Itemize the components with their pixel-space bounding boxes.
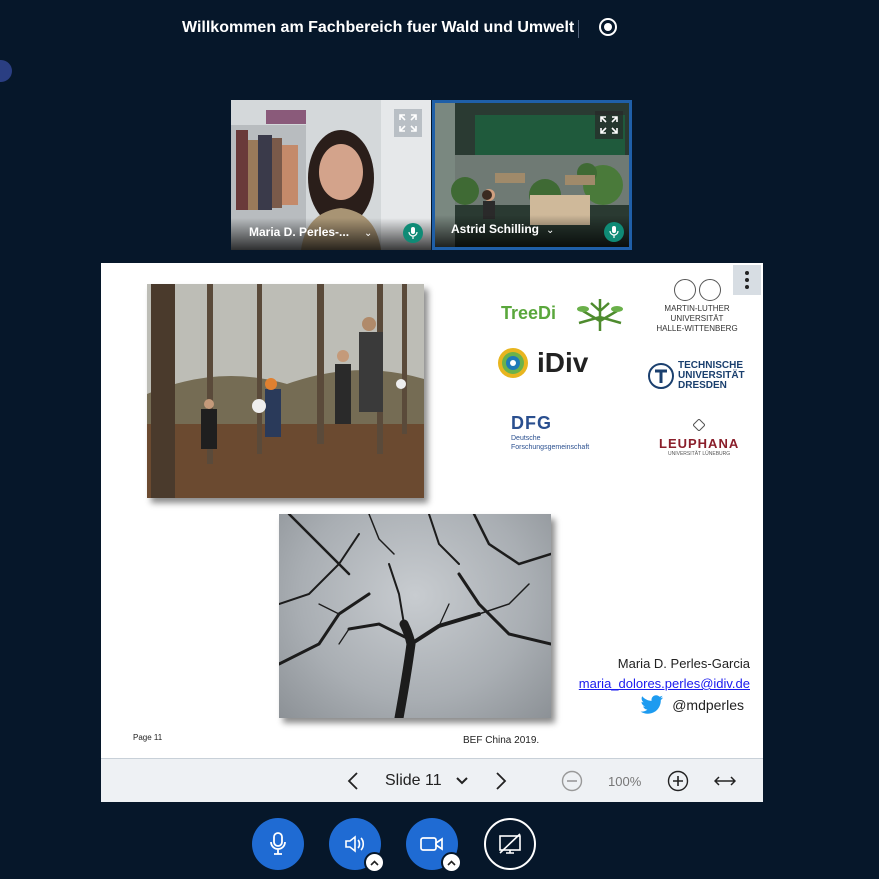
participant-name: Astrid Schilling (451, 222, 540, 236)
page-number: Page 11 (133, 733, 163, 742)
mlu-line: HALLE-WITTENBERG (656, 324, 738, 333)
meeting-title: Willkommen am Fachbereich fuer Wald und … (182, 19, 575, 36)
chevron-down-icon[interactable]: ⌄ (546, 225, 554, 236)
mlu-line: UNIVERSITÄT (670, 314, 724, 323)
expand-icon[interactable] (394, 109, 422, 137)
name-bar: Maria D. Perles-... ⌄ (231, 218, 431, 250)
camera-icon (420, 837, 443, 851)
dfg-logo: DFG Deutsche Forschungsgemeinschaft (511, 413, 589, 452)
speaker-icon (345, 835, 365, 853)
mlu-logo: MARTIN-LUTHER UNIVERSITÄT HALLE-WITTENBE… (653, 279, 741, 334)
forest-team-photo (147, 284, 424, 498)
leuphana-emblem (692, 418, 706, 432)
chevron-down-icon (455, 777, 468, 785)
mic-icon (403, 223, 423, 243)
slide-selector[interactable]: Slide 11 (385, 759, 468, 803)
canopy-photo (279, 514, 551, 718)
chevron-right-icon[interactable] (495, 759, 507, 803)
participant-name: Maria D. Perles-... (249, 225, 350, 239)
slide-label: Slide 11 (385, 772, 442, 789)
dfg-subtitle: Deutsche (511, 435, 541, 442)
tud-line: DRESDEN (678, 380, 727, 391)
leuphana-text: LEUPHANA (659, 436, 740, 451)
camera-button[interactable] (406, 818, 462, 873)
leuphana-subtitle: UNIVERSITÄT LÜNEBURG (668, 451, 731, 457)
camera-options-toggle[interactable] (441, 852, 462, 873)
share-screen-button[interactable] (484, 818, 536, 870)
mic-button[interactable] (252, 818, 304, 870)
name-bar: Astrid Schilling ⌄ (435, 215, 629, 247)
idiv-emblem (498, 348, 528, 378)
presentation-slide: TreeDi iDiv MARTIN-LUTHER UNIVERSITÄT HA… (101, 263, 763, 758)
twitter-icon (640, 695, 664, 714)
mic-icon (604, 222, 624, 242)
record-icon[interactable] (599, 18, 617, 36)
zoom-level: 100% (608, 773, 642, 789)
slide-footer: BEF China 2019. (463, 735, 540, 746)
video-tile-maria[interactable]: Maria D. Perles-... ⌄ (231, 100, 431, 250)
dfg-subtitle: Forschungsgemeinschaft (511, 444, 590, 451)
audio-options-toggle[interactable] (364, 852, 385, 873)
top-bar: Willkommen am Fachbereich fuer Wald und … (0, 0, 879, 58)
chevron-left-icon[interactable] (347, 759, 359, 803)
media-controls (0, 818, 879, 873)
presentation-toolbar: Slide 11 100% (101, 758, 763, 802)
twitter-text: @mdperles (672, 697, 744, 713)
mlu-line: MARTIN-LUTHER (664, 304, 730, 313)
tud-logo: TECHNISCHE UNIVERSITÄT DRESDEN (648, 361, 745, 391)
dfg-text: DFG (511, 413, 552, 433)
treedi-emblem (577, 299, 624, 331)
author-email-link[interactable]: maria_dolores.perles@idiv.de (579, 676, 750, 691)
mic-icon (270, 832, 286, 855)
author-name: Maria D. Perles-Garcia (617, 656, 750, 671)
chevron-up-icon (447, 859, 456, 866)
share-screen-icon (499, 833, 521, 854)
leuphana-logo: LEUPHANA UNIVERSITÄT LÜNEBURG (659, 418, 739, 457)
treedi-text: TreeDi (501, 302, 557, 323)
idiv-text: iDiv (537, 347, 589, 378)
zoom-in-icon[interactable] (667, 759, 689, 803)
user-list-toggle[interactable] (0, 60, 12, 82)
video-tile-astrid[interactable]: Astrid Schilling ⌄ (432, 100, 632, 250)
chevron-down-icon[interactable]: ⌄ (364, 228, 372, 239)
mlu-seal-icon (653, 279, 741, 301)
idiv-logo: iDiv (497, 347, 588, 379)
fit-width-icon[interactable] (714, 759, 736, 803)
chevron-up-icon (370, 859, 379, 866)
title-separator (578, 20, 579, 38)
expand-icon[interactable] (595, 111, 623, 139)
twitter-handle: @mdperles (640, 695, 744, 715)
zoom-out-icon[interactable] (561, 759, 583, 803)
audio-button[interactable] (329, 818, 385, 873)
tud-emblem (648, 363, 674, 389)
treedi-logo: TreeDi (501, 295, 629, 333)
